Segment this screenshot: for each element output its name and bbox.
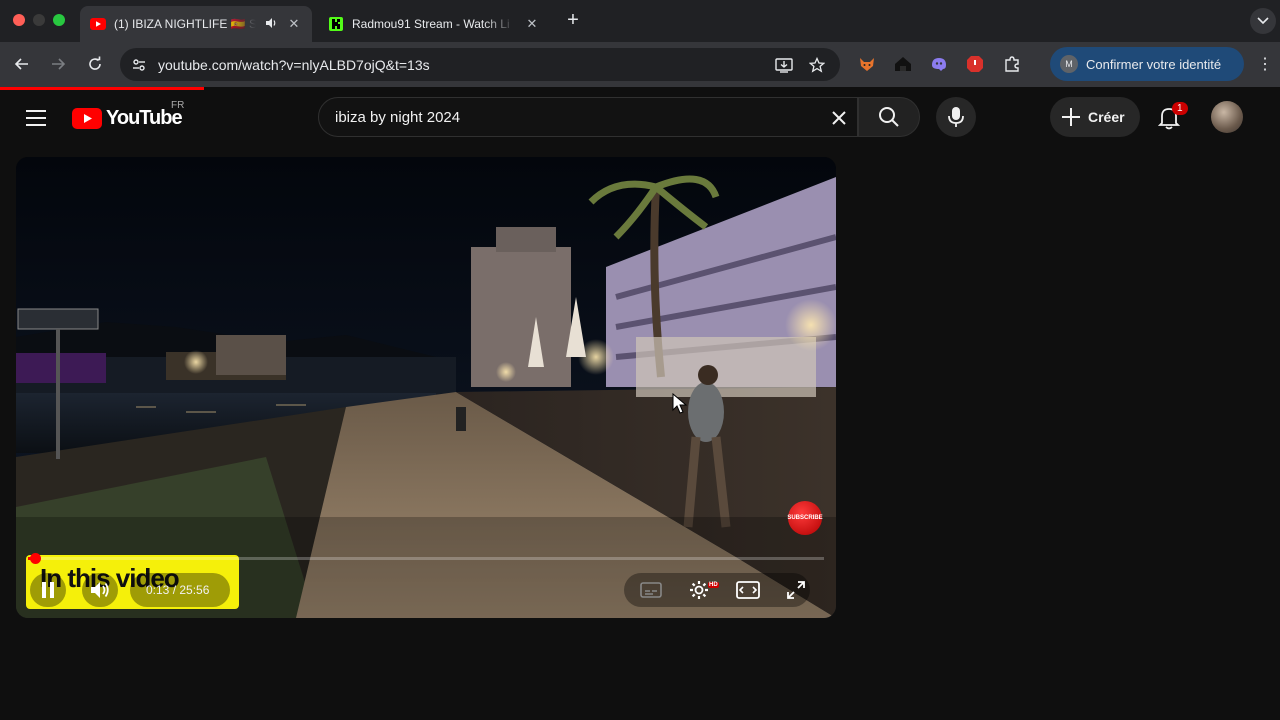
maximize-window-button[interactable] xyxy=(53,14,65,26)
tab-search-button[interactable] xyxy=(1250,8,1276,34)
search-input[interactable]: ibiza by night 2024 xyxy=(335,109,460,126)
speaker-icon[interactable] xyxy=(264,16,278,33)
clear-search-icon[interactable] xyxy=(827,106,851,130)
profile-identity-button[interactable]: M Confirmer votre identité xyxy=(1050,47,1244,81)
video-player[interactable]: In this video 0:13 / 25:56 HD SUBSCRIBE xyxy=(16,157,836,618)
house-extension-icon[interactable] xyxy=(892,53,914,75)
region-code: FR xyxy=(171,100,185,111)
progress-bar[interactable] xyxy=(28,553,824,564)
fullscreen-button[interactable] xyxy=(784,578,808,602)
reload-icon xyxy=(89,56,101,70)
address-bar[interactable]: youtube.com/watch?v=nlyALBD7ojQ&t=13s xyxy=(120,48,840,81)
tab-youtube[interactable]: (1) IBIZA NIGHTLIFE 🇪🇸 Sa ✕ xyxy=(80,6,312,42)
install-app-icon[interactable] xyxy=(773,54,795,76)
pause-button[interactable] xyxy=(36,578,60,602)
youtube-logo[interactable]: YouTube FR xyxy=(72,100,184,130)
new-tab-button[interactable]: + xyxy=(563,10,583,30)
theater-mode-icon xyxy=(736,581,760,599)
subscribe-watermark[interactable]: SUBSCRIBE xyxy=(787,501,823,535)
volume-button[interactable] xyxy=(88,578,112,602)
forward-button[interactable] xyxy=(47,53,69,75)
chevron-down-icon xyxy=(1257,17,1269,25)
tab-kick[interactable]: Radmou91 Stream - Watch Li ✕ xyxy=(318,6,550,42)
kick-icon xyxy=(328,16,344,32)
search-icon xyxy=(879,107,899,127)
search-box[interactable]: ibiza by night 2024 xyxy=(318,97,858,137)
star-icon[interactable] xyxy=(806,54,828,76)
youtube-play-logo-icon xyxy=(72,107,102,129)
notification-count-badge: 1 xyxy=(1172,102,1188,115)
create-label: Créer xyxy=(1088,109,1125,125)
scrubber-handle[interactable] xyxy=(29,553,41,564)
plus-icon xyxy=(1062,108,1080,126)
player-controls: In this video 0:13 / 25:56 HD SUBSCRIBE xyxy=(16,157,836,618)
menu-icon[interactable] xyxy=(24,106,48,130)
back-button[interactable] xyxy=(11,53,33,75)
subtitles-icon xyxy=(640,582,662,598)
youtube-icon xyxy=(90,16,106,32)
site-info-icon[interactable] xyxy=(128,54,150,76)
profile-chip-label: Confirmer votre identité xyxy=(1086,56,1222,72)
mouse-cursor-icon xyxy=(672,393,688,414)
browser-toolbar: youtube.com/watch?v=nlyALBD7ojQ&t=13s 12… xyxy=(0,42,1280,118)
browser-tab-bar: (1) IBIZA NIGHTLIFE 🇪🇸 Sa ✕ Radmou91 Str… xyxy=(0,0,1280,42)
time-display: 0:13 / 25:56 xyxy=(146,583,210,597)
minimize-window-button[interactable] xyxy=(33,14,45,26)
close-tab-icon[interactable]: ✕ xyxy=(524,16,540,32)
fullscreen-icon xyxy=(787,581,805,599)
url-text[interactable]: youtube.com/watch?v=nlyALBD7ojQ&t=13s xyxy=(158,57,430,73)
volume-icon xyxy=(91,582,109,598)
tab-title: (1) IBIZA NIGHTLIFE 🇪🇸 Sa xyxy=(114,17,256,31)
arrow-right-icon xyxy=(52,58,66,70)
close-tab-icon[interactable]: ✕ xyxy=(286,16,302,32)
hd-badge: HD xyxy=(708,582,719,588)
more-vert-icon[interactable]: ⋮ xyxy=(1257,53,1273,75)
youtube-masthead: YouTube FR ibiza by night 2024 Créer xyxy=(0,90,1280,146)
ghost-extension-icon[interactable] xyxy=(928,53,950,75)
puzzle-icon[interactable] xyxy=(1001,53,1023,75)
subtitles-button[interactable] xyxy=(639,578,663,602)
microphone-icon xyxy=(948,107,964,127)
create-button[interactable]: Créer xyxy=(1050,97,1140,137)
close-window-button[interactable] xyxy=(13,14,25,26)
reload-button[interactable] xyxy=(84,53,106,75)
tab-title: Radmou91 Stream - Watch Li xyxy=(352,17,510,31)
account-avatar[interactable] xyxy=(1211,101,1243,133)
pause-icon xyxy=(42,582,54,598)
voice-search-button[interactable] xyxy=(936,97,976,137)
settings-button[interactable] xyxy=(687,578,711,602)
search-button[interactable] xyxy=(858,97,920,137)
theater-mode-button[interactable] xyxy=(735,578,761,602)
gear-icon xyxy=(690,581,708,599)
profile-avatar: M xyxy=(1060,55,1078,73)
adblock-extension-icon[interactable] xyxy=(964,53,986,75)
fox-extension-icon[interactable] xyxy=(856,53,878,75)
arrow-left-icon xyxy=(14,58,28,70)
